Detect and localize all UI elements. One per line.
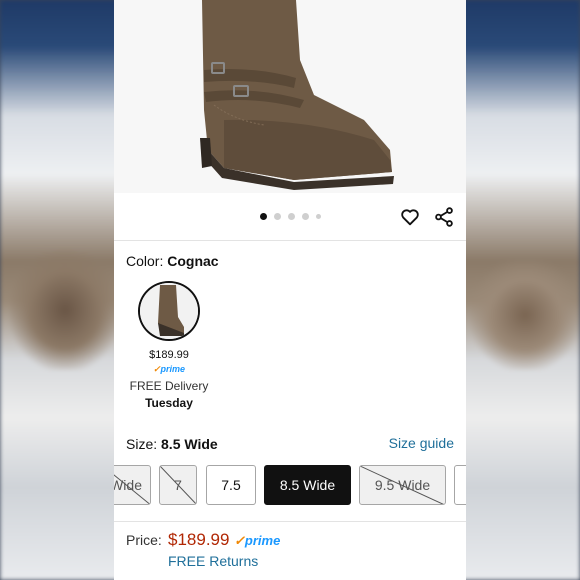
strikethrough bbox=[160, 466, 196, 504]
color-label: Color: bbox=[126, 253, 164, 269]
checkmark-icon: ✓ bbox=[152, 364, 161, 374]
size-options-row[interactable]: Wide 7 7.5 8.5 Wide 9.5 Wide bbox=[114, 465, 466, 507]
prime-badge: ✓prime bbox=[234, 533, 280, 549]
size-option[interactable]: Wide bbox=[114, 465, 151, 505]
size-label: Size: bbox=[126, 436, 158, 452]
carousel-dot[interactable] bbox=[274, 213, 281, 220]
size-option[interactable]: 7 bbox=[159, 465, 197, 505]
swatch-prime-badge: ✓prime bbox=[114, 364, 224, 375]
blurred-boot-left bbox=[10, 250, 120, 370]
carousel-dot[interactable] bbox=[288, 213, 295, 220]
image-carousel-dots[interactable] bbox=[260, 213, 321, 220]
price-value: $189.99 bbox=[168, 530, 230, 549]
product-page: Color: Cognac $189.99 ✓prime FREE Delive… bbox=[114, 0, 466, 580]
size-guide-link[interactable]: Size guide bbox=[389, 435, 454, 451]
color-value: Cognac bbox=[167, 253, 219, 269]
heart-icon[interactable] bbox=[399, 206, 421, 228]
color-swatch-cognac[interactable] bbox=[138, 281, 200, 341]
product-image[interactable] bbox=[114, 0, 466, 193]
size-option-selected[interactable]: 8.5 Wide bbox=[264, 465, 351, 505]
carousel-dot[interactable] bbox=[302, 213, 309, 220]
swatch-delivery-day: Tuesday bbox=[145, 396, 193, 410]
size-value: 8.5 Wide bbox=[161, 436, 218, 452]
size-option[interactable]: 9.5 Wide bbox=[359, 465, 446, 505]
size-option-label: 8.5 Wide bbox=[279, 477, 336, 493]
carousel-dot[interactable] bbox=[260, 213, 267, 220]
share-icon[interactable] bbox=[433, 206, 455, 228]
size-option[interactable] bbox=[454, 465, 466, 505]
divider bbox=[114, 240, 466, 241]
price-label: Price: bbox=[126, 532, 162, 548]
swatch-price: $189.99 bbox=[149, 349, 189, 361]
swatch-prime-text: prime bbox=[160, 364, 186, 374]
size-selection-label: Size: 8.5 Wide bbox=[126, 436, 218, 452]
prime-text: prime bbox=[244, 533, 281, 548]
color-selection-label: Color: Cognac bbox=[126, 253, 219, 269]
size-option[interactable]: 7.5 bbox=[206, 465, 256, 505]
free-returns-link[interactable]: FREE Returns bbox=[168, 553, 258, 569]
divider bbox=[114, 521, 466, 522]
checkmark-icon: ✓ bbox=[234, 533, 245, 548]
swatch-delivery: FREE Delivery bbox=[129, 379, 209, 393]
strikethrough bbox=[360, 466, 444, 504]
size-option-label: 7.5 bbox=[221, 477, 241, 493]
boot-illustration bbox=[114, 0, 466, 193]
carousel-dot[interactable] bbox=[316, 214, 321, 219]
strikethrough bbox=[114, 474, 150, 504]
blurred-boot-right bbox=[470, 260, 580, 370]
